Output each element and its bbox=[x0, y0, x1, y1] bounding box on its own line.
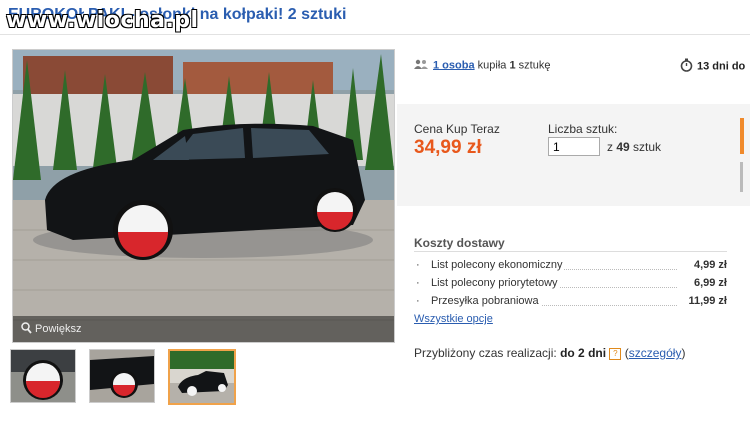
buyers-unit: sztukę bbox=[518, 59, 551, 72]
car-photo bbox=[13, 50, 394, 342]
thumbnail-1-image bbox=[11, 350, 75, 402]
buyers-link[interactable]: 1 osoba bbox=[433, 59, 475, 71]
zoom-label: Powiększ bbox=[35, 323, 82, 335]
quantity-label: Liczba sztuk: bbox=[548, 122, 618, 136]
all-options-link[interactable]: Wszystkie opcje bbox=[414, 313, 493, 325]
price: 34,99 zł bbox=[414, 137, 482, 158]
buyers-count: 1 bbox=[509, 59, 516, 72]
shipping-option-price: 11,99 zł bbox=[685, 295, 727, 307]
help-icon[interactable]: ? bbox=[609, 347, 622, 360]
buyers-text: kupiła bbox=[477, 59, 507, 72]
shipping-option-name: List polecony priorytetowy bbox=[431, 277, 560, 289]
secondary-button-edge[interactable] bbox=[740, 162, 743, 192]
people-icon bbox=[414, 59, 428, 72]
thumbnail-1[interactable] bbox=[10, 349, 76, 403]
realization-value: do 2 dni bbox=[560, 346, 607, 360]
shipping-option-price: 6,99 zł bbox=[690, 277, 727, 289]
shipping-option: · Przesyłka pobraniowa 11,99 zł bbox=[414, 295, 727, 312]
quantity-input[interactable] bbox=[548, 137, 600, 156]
title-divider bbox=[0, 34, 750, 35]
shipping-option: · List polecony ekonomiczny 4,99 zł bbox=[414, 259, 727, 276]
buy-button-edge[interactable] bbox=[740, 118, 744, 154]
shipping-option-name: Przesyłka pobraniowa bbox=[431, 295, 541, 307]
shipping-option-name: List polecony ekonomiczny bbox=[431, 259, 565, 271]
thumbnail-2-image bbox=[90, 350, 154, 402]
thumbnail-2[interactable] bbox=[89, 349, 155, 403]
quantity-unit: sztuk bbox=[633, 140, 662, 154]
time-left-text: 13 dni do bbox=[697, 60, 746, 73]
zoom-bar[interactable]: Powiększ bbox=[13, 316, 394, 342]
price-label: Cena Kup Teraz bbox=[414, 122, 500, 136]
shipping-divider bbox=[414, 251, 727, 252]
quantity-of-prefix: z bbox=[607, 140, 613, 154]
quantity-available-count: 49 bbox=[616, 140, 630, 154]
watermark: www.wiocha.pl bbox=[6, 8, 199, 33]
main-photo[interactable]: Powiększ bbox=[12, 49, 395, 343]
bullet: · bbox=[416, 277, 420, 289]
shipping-option-price: 4,99 zł bbox=[690, 259, 727, 271]
realization-time: Przybliżony czas realizacji: do 2 dni ? … bbox=[414, 346, 686, 360]
details-link[interactable]: szczegóły bbox=[629, 346, 682, 360]
shipping-title: Koszty dostawy bbox=[414, 236, 505, 250]
shipping-option: · List polecony priorytetowy 6,99 zł bbox=[414, 277, 727, 294]
realization-label: Przybliżony czas realizacji: bbox=[414, 346, 557, 360]
bullet: · bbox=[416, 295, 420, 307]
quantity-available: z 49 sztuk bbox=[607, 140, 661, 154]
time-left: 13 dni do bbox=[680, 58, 745, 75]
thumbnail-3-image bbox=[170, 351, 234, 403]
buyers-info: 1 osoba kupiła 1 sztukę bbox=[414, 59, 550, 72]
bullet: · bbox=[416, 259, 420, 271]
magnifier-icon bbox=[21, 322, 32, 337]
stopwatch-icon bbox=[680, 58, 693, 75]
thumbnail-3[interactable] bbox=[168, 349, 236, 405]
